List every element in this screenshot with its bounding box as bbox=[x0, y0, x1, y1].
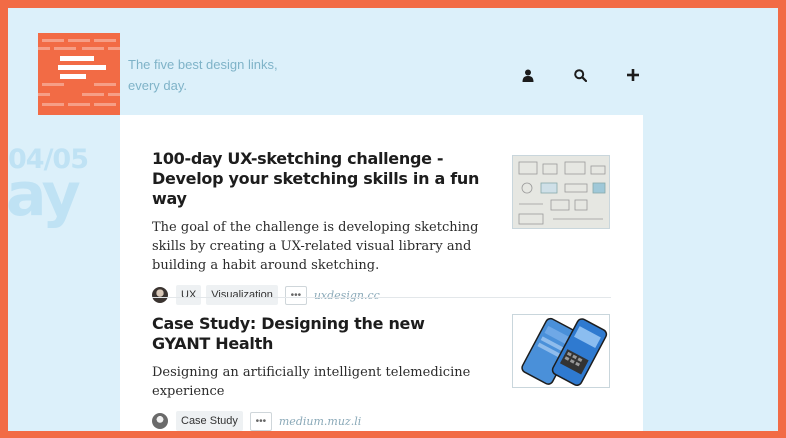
search-icon[interactable] bbox=[569, 64, 591, 86]
tag-ux[interactable]: UX bbox=[176, 285, 202, 305]
article-thumbnail[interactable] bbox=[512, 155, 610, 229]
article-description: The goal of the challenge is developing … bbox=[152, 220, 479, 273]
avatar[interactable] bbox=[152, 413, 168, 429]
date-word: ay bbox=[8, 160, 81, 230]
article-source[interactable]: medium.muz.li bbox=[279, 415, 361, 428]
article-meta: Case Study ••• medium.muz.li bbox=[152, 411, 612, 431]
plus-icon[interactable] bbox=[622, 64, 644, 86]
article-title[interactable]: Case Study: Designing the new GYANT Heal… bbox=[152, 314, 482, 354]
site-tagline: The five best design links, every day. bbox=[128, 57, 278, 93]
article-meta: UX Visualization ••• uxdesign.cc bbox=[152, 285, 612, 305]
article-description: Designing an artificially intelligent te… bbox=[152, 365, 471, 399]
article-feed: 100-day UX-sketching challenge - Develop… bbox=[120, 115, 643, 431]
article-title[interactable]: 100-day UX-sketching challenge - Develop… bbox=[152, 149, 482, 209]
user-icon[interactable] bbox=[517, 64, 539, 86]
page-frame: The five best design links, every day. 0… bbox=[8, 8, 778, 431]
article-thumbnail[interactable] bbox=[512, 314, 610, 388]
more-options-button[interactable]: ••• bbox=[249, 411, 272, 431]
more-options-button[interactable]: ••• bbox=[284, 285, 307, 305]
avatar[interactable] bbox=[152, 287, 168, 303]
tag-visualization[interactable]: Visualization bbox=[206, 285, 278, 305]
article-source[interactable]: uxdesign.cc bbox=[314, 289, 380, 302]
divider bbox=[152, 297, 611, 298]
tag-case-study[interactable]: Case Study bbox=[176, 411, 243, 431]
logo[interactable] bbox=[38, 33, 120, 115]
